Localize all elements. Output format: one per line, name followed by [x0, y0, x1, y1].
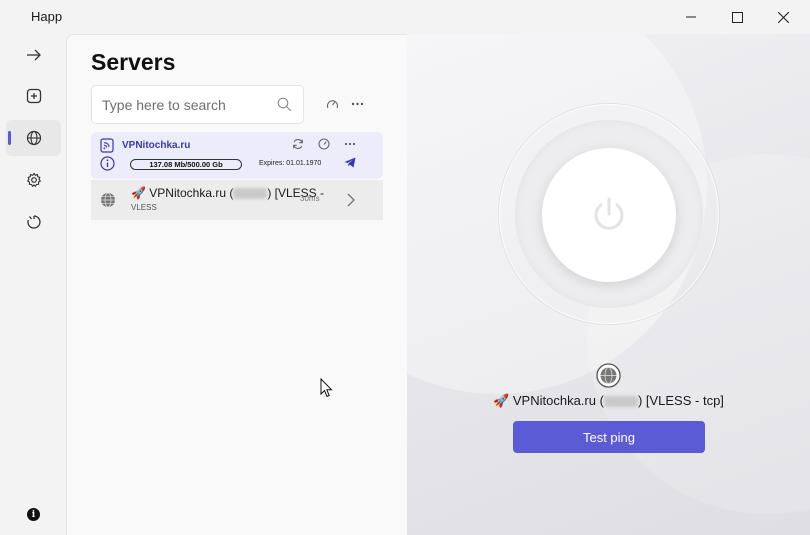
ping-all-button[interactable]	[322, 94, 342, 114]
subscription-card[interactable]: VPNitochka.ru 137.08 Mb/500.00 Gb Expire…	[91, 132, 383, 179]
speedometer-icon	[326, 99, 338, 108]
globe-icon	[26, 130, 41, 146]
test-ping-button[interactable]: Test ping	[513, 421, 705, 453]
server-ping: 30ms	[300, 194, 320, 203]
sidebar-item-servers[interactable]	[6, 120, 61, 156]
connect-button[interactable]	[542, 148, 676, 282]
chevron-right-icon[interactable]	[347, 193, 355, 207]
close-icon	[777, 11, 789, 23]
search-icon	[277, 97, 292, 112]
power-icon	[594, 197, 624, 230]
add-square-icon	[26, 88, 41, 104]
selected-server-suffix: ) [VLESS - tcp]	[637, 393, 724, 408]
about-icon[interactable]: i	[27, 508, 40, 521]
sidebar-item-settings[interactable]	[6, 162, 61, 198]
sidebar-item-timer[interactable]	[6, 204, 61, 240]
page-title: Servers	[91, 49, 176, 75]
subscription-more-button[interactable]	[340, 134, 360, 154]
globe-icon	[101, 192, 115, 208]
minimize-button[interactable]	[668, 0, 714, 34]
app-title: Happ	[31, 9, 63, 24]
maximize-button[interactable]	[714, 0, 760, 34]
gear-icon	[26, 172, 41, 188]
server-protocol: VLESS	[131, 203, 157, 212]
sidebar: i	[0, 34, 66, 535]
selected-server-prefix: VPNitochka.ru (	[512, 393, 604, 408]
subscription-icon	[100, 138, 114, 153]
more-options-button[interactable]	[347, 94, 367, 114]
search-box[interactable]	[91, 85, 304, 124]
traffic-usage: 137.08 Mb/500.00 Gb	[130, 159, 242, 170]
sidebar-item-add[interactable]	[6, 78, 61, 114]
server-item[interactable]: 🚀 VPNitochka.ru () [VLESS - VLESS 30ms	[91, 180, 383, 220]
servers-panel: Servers VPNitochka.ru 137.08 Mb/500.00 G…	[66, 34, 407, 535]
ping-subscription-button[interactable]	[314, 134, 334, 154]
arrow-right-icon	[26, 49, 41, 61]
search-input[interactable]	[102, 95, 270, 115]
connection-panel: 🚀 VPNitochka.ru ( ) [VLESS - tcp] Test pi…	[407, 34, 810, 535]
maximize-icon	[731, 11, 743, 23]
title-bar: Happ	[0, 0, 810, 34]
more-icon	[344, 142, 356, 146]
refresh-icon	[293, 139, 303, 149]
server-name-prefix: VPNitochka.ru (	[149, 186, 234, 200]
subscription-name: VPNitochka.ru	[122, 140, 191, 151]
rocket-icon: 🚀	[131, 186, 146, 200]
sidebar-item-connect[interactable]	[6, 37, 61, 73]
refresh-subscription-button[interactable]	[288, 134, 308, 154]
subscription-expires: Expires: 01.01.1970	[259, 160, 322, 167]
globe-icon	[596, 363, 621, 388]
minimize-icon	[686, 16, 696, 18]
speedometer-icon	[318, 138, 330, 150]
timer-icon	[26, 215, 41, 229]
info-icon[interactable]	[100, 156, 115, 171]
mouse-cursor-icon	[320, 378, 333, 398]
telegram-icon[interactable]	[344, 157, 356, 168]
server-name: 🚀 VPNitochka.ru () [VLESS -	[131, 186, 324, 200]
redacted-region	[603, 396, 638, 408]
rocket-icon: 🚀	[493, 393, 510, 408]
redacted-region	[233, 188, 268, 200]
close-button[interactable]	[760, 0, 806, 34]
more-icon	[351, 102, 363, 106]
selected-server-name: 🚀 VPNitochka.ru ( ) [VLESS - tcp]	[407, 393, 810, 409]
